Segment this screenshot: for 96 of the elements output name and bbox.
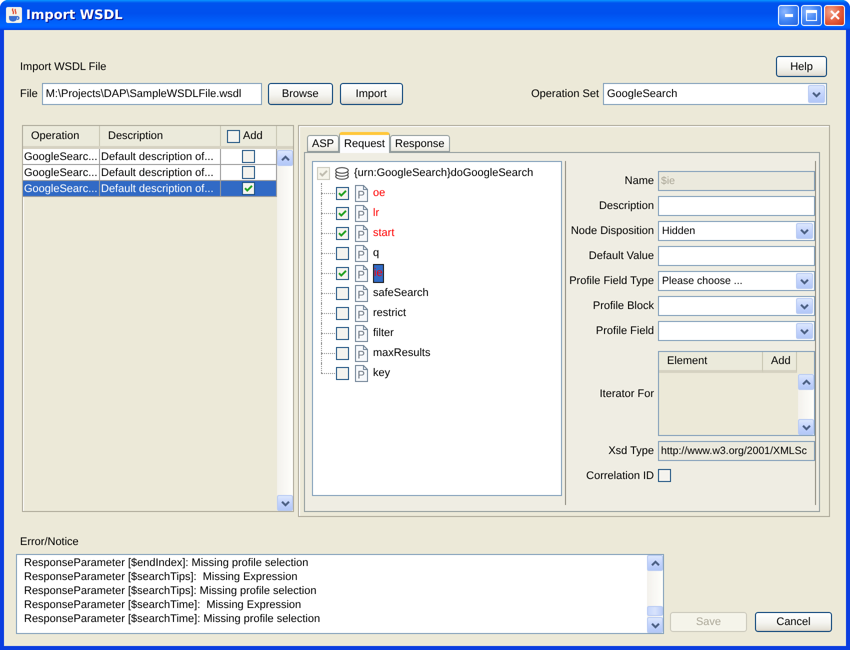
notice-line: ResponseParameter [$searchTips]: Missing Expression — [24, 570, 298, 584]
notice-line: ResponseParameter [$endIndex]: Missing profile selection — [24, 556, 308, 570]
checkbox[interactable] — [242, 150, 255, 163]
field-label: Correlation ID — [586, 470, 654, 482]
parameter-icon: P — [355, 364, 368, 382]
field-label: Profile Field — [596, 325, 654, 337]
text-field[interactable] — [658, 246, 815, 266]
field-label: Default Value — [588, 250, 654, 262]
column-header[interactable]: Description — [100, 126, 221, 146]
notice-area[interactable] — [16, 554, 664, 634]
parameter-icon: P — [355, 224, 368, 242]
table-row[interactable]: GoogleSearc... Default description of... — [23, 165, 277, 181]
field-label: Profile Field Type — [569, 275, 654, 287]
combo-box[interactable]: Hidden — [658, 221, 815, 241]
coffee-cup-icon — [6, 7, 22, 23]
column-header[interactable]: Element — [659, 352, 763, 373]
parameter-icon: P — [355, 344, 368, 362]
operation-set-combo[interactable]: GoogleSearch — [603, 83, 827, 105]
checkbox[interactable] — [242, 182, 255, 195]
parameter-icon: P — [355, 184, 368, 202]
field-label: Description — [598, 200, 654, 212]
notice-label: Error/Notice — [20, 536, 80, 549]
dropdown-button[interactable] — [808, 85, 825, 103]
tab[interactable]: Request — [339, 132, 390, 153]
table-row[interactable]: GoogleSearc... Default description of... — [23, 181, 277, 197]
section-heading: Import WSDL File — [20, 60, 106, 72]
tab[interactable]: Response — [390, 135, 450, 152]
field-label: Profile Block — [592, 300, 654, 312]
parameter-icon: P — [355, 324, 368, 342]
chevron-down-icon — [812, 90, 821, 98]
checkbox[interactable] — [242, 166, 255, 179]
dropdown-button[interactable] — [796, 223, 813, 239]
chevron-down-icon — [280, 500, 290, 506]
field-label: Name — [624, 175, 654, 187]
chevron-up-icon — [802, 378, 810, 386]
window-title: Import WSDL — [26, 8, 123, 22]
field-label: Node Disposition — [570, 225, 654, 237]
database-icon — [335, 166, 349, 180]
parameter-icon: P — [355, 284, 368, 302]
cancel-button[interactable]: Cancel — [755, 612, 832, 632]
file-label: File — [20, 88, 38, 100]
scrollbar[interactable] — [647, 555, 663, 633]
text-field[interactable] — [658, 196, 815, 216]
table-row[interactable]: GoogleSearc... Default description of... — [23, 149, 277, 165]
dropdown-button[interactable] — [796, 298, 813, 314]
notice-line: ResponseParameter [$searchTime]: Missing Expression — [24, 598, 302, 612]
maximize-icon — [806, 10, 817, 20]
chevron-down-icon — [650, 622, 660, 628]
notice-line: ResponseParameter [$searchTime]: Missing profile selection — [24, 612, 320, 626]
chevron-down-icon — [800, 278, 809, 284]
scrollbar[interactable] — [798, 374, 814, 435]
scroll-down-button[interactable] — [647, 617, 663, 633]
dropdown-button[interactable] — [796, 323, 813, 339]
chevron-up-icon — [280, 154, 290, 162]
dropdown-button[interactable] — [796, 273, 813, 289]
file-path-field[interactable]: M:\Projects\DAP\SampleWSDLFile.wsdl — [42, 83, 262, 105]
column-header[interactable]: Operation — [23, 126, 100, 146]
maximize-button[interactable] — [801, 4, 822, 26]
checkbox[interactable] — [658, 469, 671, 482]
parameter-icon: P — [355, 264, 368, 282]
parameter-icon: P — [355, 304, 368, 322]
scroll-up-button[interactable] — [277, 150, 293, 166]
minimize-button[interactable] — [778, 4, 799, 26]
help-button[interactable]: Help — [776, 56, 827, 77]
text-field[interactable]: http://www.w3.org/2001/XMLSc — [658, 441, 815, 461]
minimize-icon — [784, 14, 792, 16]
combo-box[interactable] — [658, 321, 815, 341]
import-button[interactable]: Import — [340, 83, 403, 105]
column-header[interactable]: Add — [763, 352, 797, 373]
chevron-down-icon — [802, 424, 810, 430]
table-cell: GoogleSearc... — [23, 181, 100, 197]
tab[interactable]: ASP — [307, 135, 340, 152]
combo-box[interactable] — [658, 296, 815, 316]
chevron-down-icon — [800, 328, 809, 334]
chevron-down-icon — [800, 228, 809, 234]
scroll-down-button[interactable] — [277, 495, 293, 511]
chevron-up-icon — [650, 560, 660, 566]
chevron-down-icon — [800, 302, 809, 310]
scrollbar[interactable] — [277, 150, 293, 511]
table-cell: Default description of... — [100, 181, 221, 197]
scroll-down-button[interactable] — [798, 419, 814, 435]
field-label: Xsd Type — [608, 445, 654, 457]
browse-button[interactable]: Browse — [268, 83, 333, 105]
column-header[interactable]: Add — [243, 130, 263, 142]
scroll-up-button[interactable] — [647, 555, 663, 571]
notice-line: ResponseParameter [$searchTips]: Missing profile selection — [24, 584, 316, 598]
combo-box[interactable]: Please choose ... — [658, 271, 815, 291]
parameter-icon: P — [355, 244, 368, 262]
close-icon — [830, 10, 840, 20]
scrollbar-thumb[interactable] — [647, 606, 663, 616]
field-label: Iterator For — [600, 388, 654, 400]
operation-set-label: Operation Set — [531, 88, 599, 100]
checkbox[interactable] — [227, 130, 240, 142]
close-button[interactable] — [824, 4, 845, 26]
scroll-up-button[interactable] — [798, 374, 814, 390]
parameter-icon: P — [355, 204, 368, 222]
